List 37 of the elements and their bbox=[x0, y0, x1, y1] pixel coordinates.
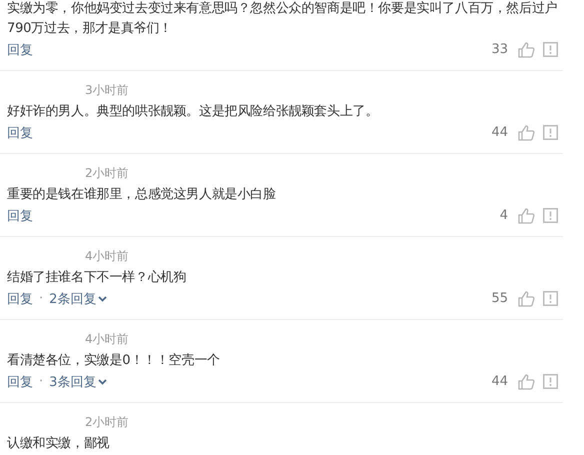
chevron-down-icon bbox=[98, 378, 108, 384]
comment-text: 实缴为零，你他妈变过去变过来有意思吗？忽然公众的智商是吧！你要是实叫了八百万，然后过户790万过去，那才是真爷们！ bbox=[7, 0, 558, 38]
thumbs-up-icon[interactable] bbox=[518, 374, 535, 390]
comment-text: 认缴和实缴，鄙视 bbox=[7, 435, 110, 453]
comment-text: 重要的是钱在谁那里，总感觉这男人就是小白脸 bbox=[7, 186, 277, 204]
report-icon[interactable] bbox=[543, 42, 558, 57]
report-icon[interactable] bbox=[543, 291, 558, 306]
thumbs-up-icon[interactable] bbox=[518, 42, 535, 58]
like-count: 55 bbox=[491, 291, 508, 306]
comment-text: 看清楚各位，实缴是0！！！空壳一个 bbox=[7, 352, 221, 370]
comment-time: 2小时前 bbox=[85, 415, 129, 429]
report-icon[interactable] bbox=[543, 208, 558, 223]
comment-time: 2小时前 bbox=[85, 166, 129, 180]
chevron-down-icon bbox=[98, 296, 108, 302]
reply-link[interactable]: 回复 bbox=[7, 206, 33, 224]
separator-dot: · bbox=[39, 291, 44, 306]
thumbs-up-icon[interactable] bbox=[518, 290, 535, 306]
like-count: 44 bbox=[491, 374, 508, 389]
thumbs-up-icon[interactable] bbox=[518, 208, 535, 224]
replies-link[interactable]: 2条回复 bbox=[49, 290, 108, 308]
comment-time: 3小时前 bbox=[85, 83, 129, 97]
reply-link[interactable]: 回复 bbox=[7, 40, 33, 58]
comment-time: 4小时前 bbox=[85, 249, 129, 263]
reply-link[interactable]: 回复 bbox=[7, 372, 33, 390]
reply-link[interactable]: 回复 bbox=[7, 290, 33, 308]
like-count: 4 bbox=[500, 208, 508, 223]
comment-text: 好奸诈的男人。典型的哄张靓颖。这是把风险给张靓颖套头上了。 bbox=[7, 103, 380, 121]
like-count: 33 bbox=[491, 42, 508, 57]
report-icon[interactable] bbox=[543, 374, 558, 389]
separator-dot: · bbox=[39, 374, 44, 389]
comment-text: 结婚了挂谁名下不一样？心机狗 bbox=[7, 269, 188, 287]
comment-time: 4小时前 bbox=[85, 332, 129, 346]
thumbs-up-icon[interactable] bbox=[518, 124, 535, 140]
replies-link[interactable]: 3条回复 bbox=[49, 372, 108, 390]
reply-link[interactable]: 回复 bbox=[7, 124, 33, 142]
report-icon[interactable] bbox=[543, 125, 558, 140]
like-count: 44 bbox=[491, 125, 508, 140]
